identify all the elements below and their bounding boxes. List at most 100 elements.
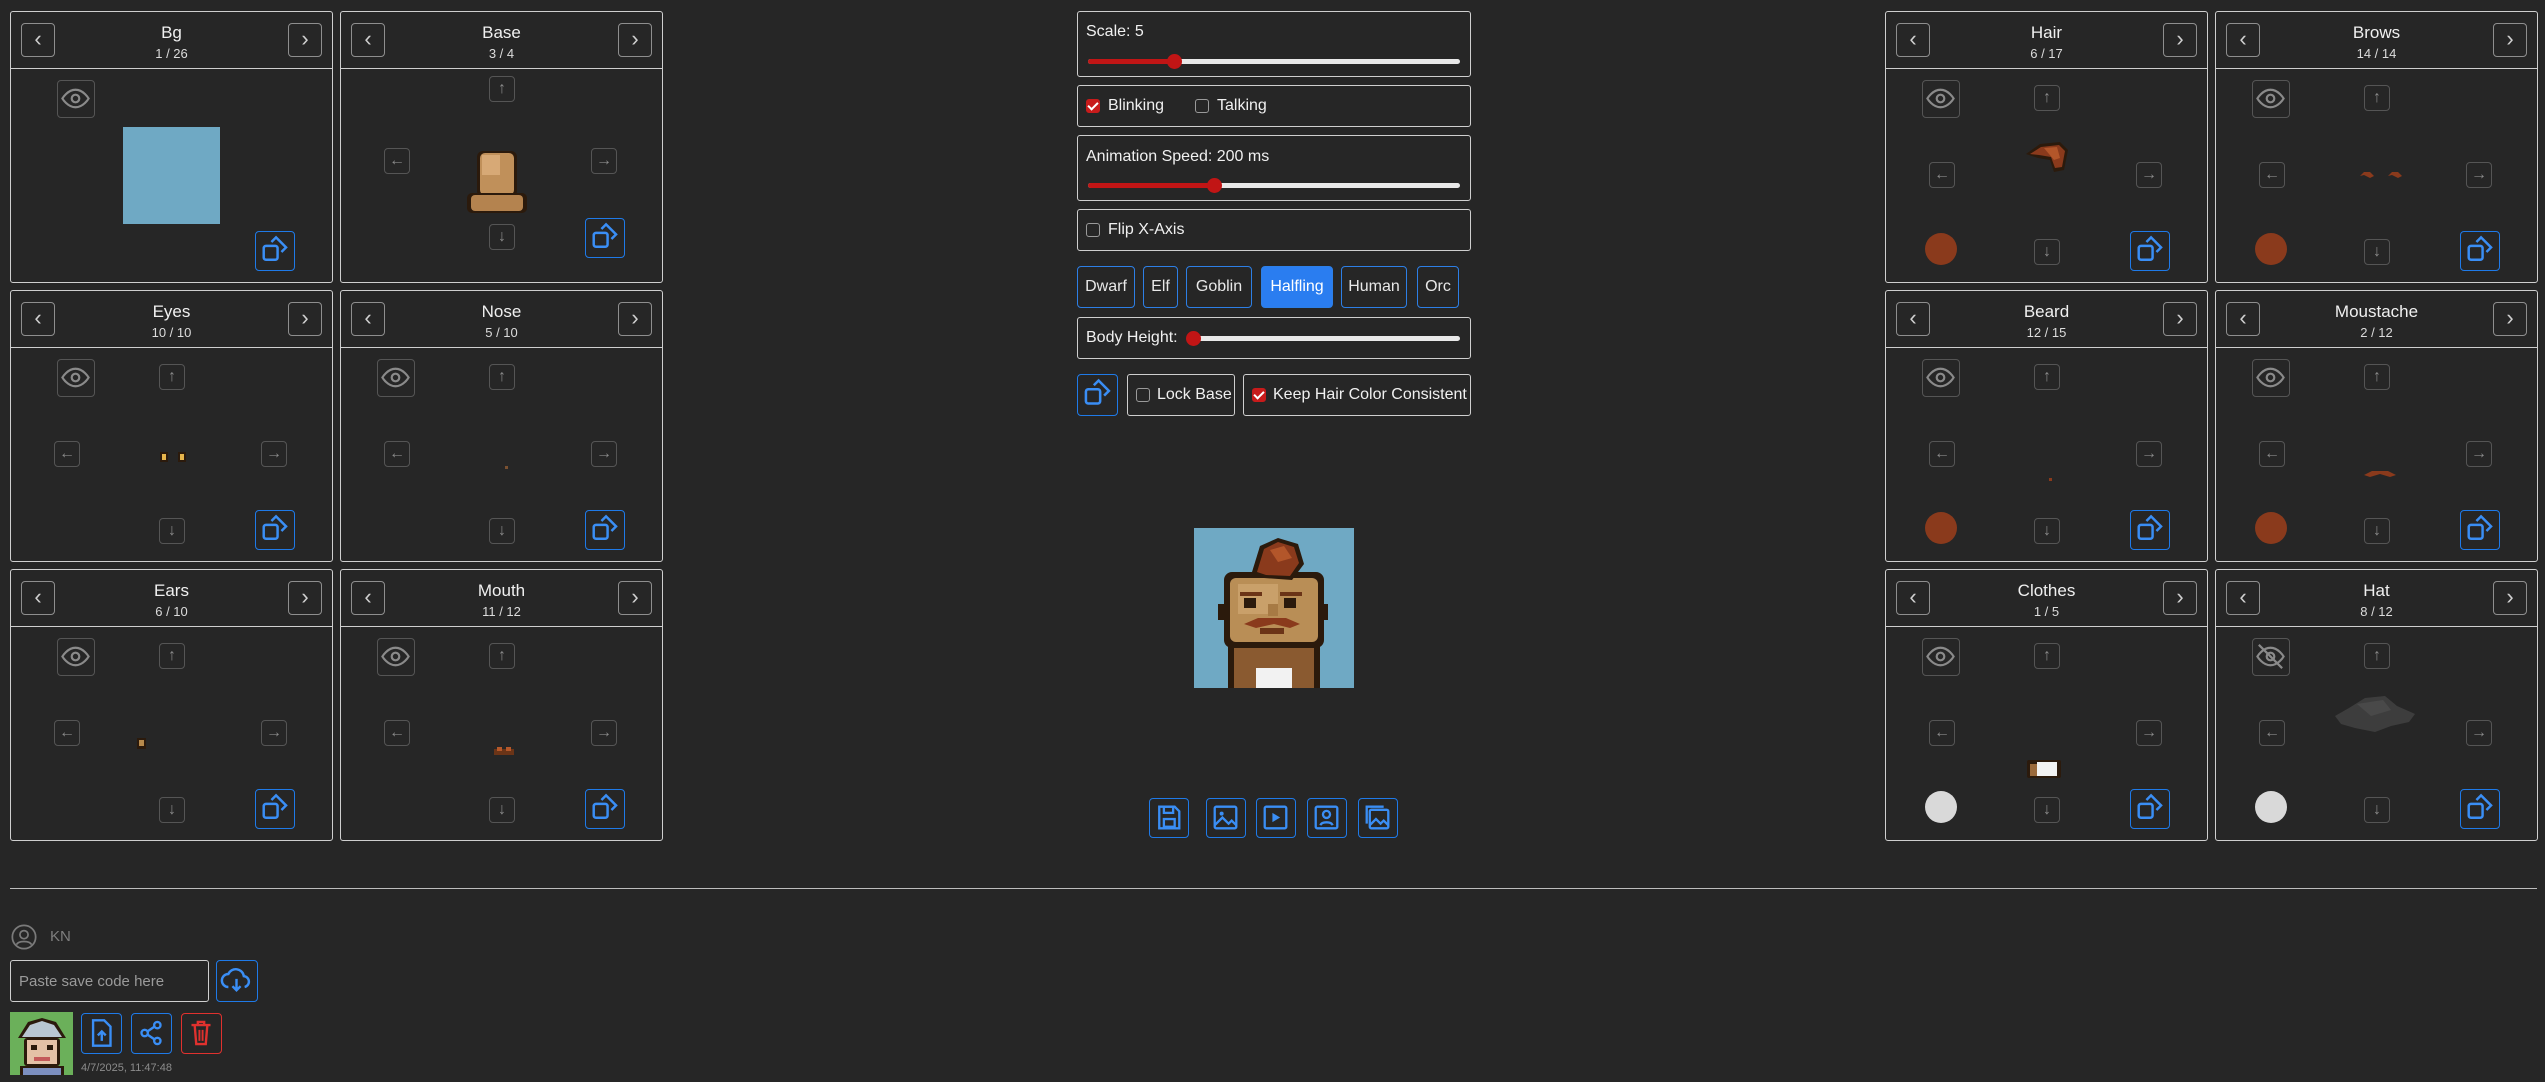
move-down-button[interactable]: ↓	[2364, 518, 2390, 544]
speed-slider[interactable]	[1088, 178, 1460, 193]
save-button[interactable]	[1149, 798, 1189, 838]
randomize-button[interactable]	[2460, 231, 2500, 271]
move-up-button[interactable]: ↑	[2364, 364, 2390, 390]
load-save-code-button[interactable]	[216, 960, 258, 1002]
visibility-toggle[interactable]	[57, 80, 95, 118]
move-up-button[interactable]: ↑	[489, 364, 515, 390]
body-height-slider[interactable]	[1186, 331, 1460, 346]
move-left-button[interactable]: ←	[54, 720, 80, 746]
move-right-button[interactable]: →	[261, 441, 287, 467]
randomize-button[interactable]	[2130, 789, 2170, 829]
visibility-toggle[interactable]	[2252, 638, 2290, 676]
saved-character-thumbnail[interactable]	[10, 1012, 73, 1075]
race-button-orc[interactable]: Orc	[1417, 266, 1459, 308]
load-saved-button[interactable]	[81, 1013, 122, 1054]
save-code-input[interactable]: Paste save code here	[10, 960, 209, 1002]
move-down-button[interactable]: ↓	[489, 797, 515, 823]
move-right-button[interactable]: →	[2136, 162, 2162, 188]
hair-color-swatch[interactable]	[1925, 233, 1957, 265]
randomize-button[interactable]	[255, 231, 295, 271]
move-left-button[interactable]: ←	[2259, 441, 2285, 467]
move-right-button[interactable]: →	[261, 720, 287, 746]
move-up-button[interactable]: ↑	[159, 364, 185, 390]
randomize-all-button[interactable]	[1077, 374, 1118, 416]
move-right-button[interactable]: →	[2466, 720, 2492, 746]
next-button[interactable]: ›	[2163, 302, 2197, 336]
visibility-toggle[interactable]	[57, 359, 95, 397]
race-button-dwarf[interactable]: Dwarf	[1077, 266, 1135, 308]
scale-slider-thumb[interactable]	[1166, 54, 1182, 69]
move-left-button[interactable]: ←	[1929, 720, 1955, 746]
scale-slider[interactable]	[1088, 54, 1460, 69]
visibility-toggle[interactable]	[2252, 359, 2290, 397]
next-button[interactable]: ›	[2493, 302, 2527, 336]
body-height-slider-thumb[interactable]	[1186, 331, 1201, 346]
visibility-toggle[interactable]	[377, 359, 415, 397]
move-left-button[interactable]: ←	[54, 441, 80, 467]
export-gallery-button[interactable]	[1358, 798, 1398, 838]
randomize-button[interactable]	[2460, 510, 2500, 550]
move-down-button[interactable]: ↓	[2034, 518, 2060, 544]
share-button[interactable]	[131, 1013, 172, 1054]
randomize-button[interactable]	[585, 218, 625, 258]
randomize-button[interactable]	[585, 789, 625, 829]
move-right-button[interactable]: →	[2466, 441, 2492, 467]
move-left-button[interactable]: ←	[2259, 162, 2285, 188]
visibility-toggle[interactable]	[377, 638, 415, 676]
beard-color-swatch[interactable]	[1925, 512, 1957, 544]
clothes-color-swatch[interactable]	[1925, 791, 1957, 823]
moustache-color-swatch[interactable]	[2255, 512, 2287, 544]
move-up-button[interactable]: ↑	[489, 76, 515, 102]
randomize-button[interactable]	[2130, 231, 2170, 271]
move-right-button[interactable]: →	[2136, 720, 2162, 746]
export-image-button[interactable]	[1206, 798, 1246, 838]
race-button-elf[interactable]: Elf	[1143, 266, 1178, 308]
move-down-button[interactable]: ↓	[489, 224, 515, 250]
brows-color-swatch[interactable]	[2255, 233, 2287, 265]
move-left-button[interactable]: ←	[1929, 162, 1955, 188]
visibility-toggle[interactable]	[2252, 80, 2290, 118]
randomize-button[interactable]	[585, 510, 625, 550]
next-button[interactable]: ›	[2163, 581, 2197, 615]
race-button-human[interactable]: Human	[1341, 266, 1407, 308]
randomize-button[interactable]	[255, 789, 295, 829]
move-right-button[interactable]: →	[591, 441, 617, 467]
visibility-toggle[interactable]	[1922, 80, 1960, 118]
blinking-checkbox[interactable]	[1086, 99, 1100, 113]
delete-button[interactable]	[181, 1013, 222, 1054]
randomize-button[interactable]	[2460, 789, 2500, 829]
visibility-toggle[interactable]	[1922, 359, 1960, 397]
move-up-button[interactable]: ↑	[489, 643, 515, 669]
move-up-button[interactable]: ↑	[2034, 85, 2060, 111]
race-button-goblin[interactable]: Goblin	[1186, 266, 1252, 308]
next-button[interactable]: ›	[2493, 581, 2527, 615]
move-left-button[interactable]: ←	[384, 720, 410, 746]
move-right-button[interactable]: →	[2136, 441, 2162, 467]
randomize-button[interactable]	[2130, 510, 2170, 550]
move-right-button[interactable]: →	[2466, 162, 2492, 188]
next-button[interactable]: ›	[618, 302, 652, 336]
export-portrait-button[interactable]	[1307, 798, 1347, 838]
move-left-button[interactable]: ←	[2259, 720, 2285, 746]
keep-hair-color-checkbox[interactable]	[1252, 388, 1266, 402]
next-button[interactable]: ›	[288, 581, 322, 615]
move-down-button[interactable]: ↓	[2034, 239, 2060, 265]
lock-base-checkbox[interactable]	[1136, 388, 1150, 402]
move-left-button[interactable]: ←	[384, 441, 410, 467]
move-up-button[interactable]: ↑	[2034, 643, 2060, 669]
next-button[interactable]: ›	[2163, 23, 2197, 57]
move-down-button[interactable]: ↓	[2364, 239, 2390, 265]
next-button[interactable]: ›	[288, 23, 322, 57]
move-down-button[interactable]: ↓	[489, 518, 515, 544]
move-down-button[interactable]: ↓	[159, 797, 185, 823]
export-animation-button[interactable]	[1256, 798, 1296, 838]
race-button-halfling[interactable]: Halfling	[1261, 266, 1333, 308]
move-left-button[interactable]: ←	[384, 148, 410, 174]
move-down-button[interactable]: ↓	[159, 518, 185, 544]
visibility-toggle[interactable]	[57, 638, 95, 676]
move-left-button[interactable]: ←	[1929, 441, 1955, 467]
next-button[interactable]: ›	[618, 23, 652, 57]
randomize-button[interactable]	[255, 510, 295, 550]
move-right-button[interactable]: →	[591, 148, 617, 174]
move-up-button[interactable]: ↑	[2364, 643, 2390, 669]
